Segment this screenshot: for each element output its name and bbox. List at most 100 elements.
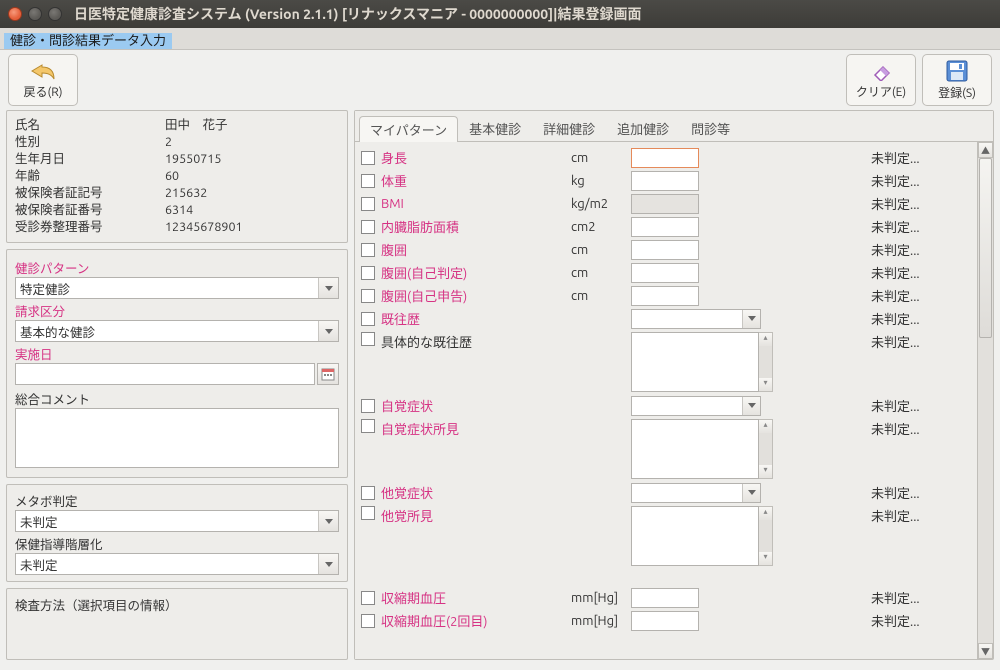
date-label: 実施日 [15,344,339,363]
row-checkbox[interactable] [361,220,375,234]
row-value-textarea[interactable] [631,506,759,566]
billing-select[interactable]: 基本的な健診 [15,320,339,342]
row-checkbox[interactable] [361,419,375,433]
tab-2[interactable]: 詳細健診 [532,115,606,141]
row-value-input [631,194,699,214]
row-label: 身長 [381,148,571,167]
row-status: 未判定... [871,588,971,607]
comment-label: 総合コメント [15,389,339,408]
row-checkbox[interactable] [361,591,375,605]
row-unit: mm[Hg] [571,591,631,605]
row-label: 腹囲 [381,240,571,259]
textarea-scrollbar[interactable]: ▴▾ [759,332,773,392]
judgement-panel: メタボ判定 未判定 保健指導階層化 未判定 [6,484,348,582]
tab-1[interactable]: 基本健診 [458,115,532,141]
scroll-down-button[interactable]: ▼ [978,643,993,659]
pattern-select[interactable]: 特定健診 [15,277,339,299]
method-info-panel: 検査方法（選択項目の情報） [6,588,348,660]
patient-sex-label: 性別 [15,134,165,151]
row-checkbox[interactable] [361,399,375,413]
row-status: 未判定... [871,171,971,190]
row-label: 腹囲(自己申告) [381,286,571,305]
tab-3[interactable]: 追加健診 [606,115,680,141]
row-value-input[interactable] [631,148,699,168]
row-checkbox[interactable] [361,614,375,628]
scroll-up-button[interactable]: ▲ [978,142,993,158]
row-value-input[interactable] [631,588,699,608]
window-close-button[interactable] [8,7,22,21]
tab-0[interactable]: マイパターン [359,116,458,142]
row-value-input[interactable] [631,217,699,237]
guidance-select[interactable]: 未判定 [15,553,339,575]
row-checkbox[interactable] [361,243,375,257]
result-row: 腹囲(自己申告)cm未判定... [355,284,977,307]
row-value-input[interactable] [631,171,699,191]
row-status: 未判定... [871,217,971,236]
result-row: 身長cm未判定... [355,146,977,169]
textarea-scrollbar[interactable]: ▴▾ [759,419,773,479]
row-status: 未判定... [871,286,971,305]
save-button-label: 登録(S) [938,84,976,101]
textarea-scrollbar[interactable]: ▴▾ [759,506,773,566]
row-value-select[interactable] [631,483,761,503]
row-checkbox[interactable] [361,151,375,165]
clear-button-label: クリア(E) [856,83,906,100]
row-label: BMI [381,197,571,211]
row-value-select[interactable] [631,309,761,329]
row-checkbox[interactable] [361,174,375,188]
patient-dob-label: 生年月日 [15,151,165,168]
clear-button[interactable]: クリア(E) [846,54,916,106]
chevron-down-icon [318,511,338,531]
save-button[interactable]: 登録(S) [922,54,992,106]
chevron-down-icon [318,321,338,341]
exam-settings-panel: 健診パターン 特定健診 請求区分 基本的な健診 実施日 総合コメント [6,249,348,478]
row-unit: cm2 [571,220,631,234]
row-status: 未判定... [871,240,971,259]
row-unit: mm[Hg] [571,614,631,628]
row-status: 未判定... [871,506,971,525]
row-value-textarea[interactable] [631,332,759,392]
row-label: 他覚所見 [381,506,571,525]
row-checkbox[interactable] [361,312,375,326]
result-tabs: マイパターン基本健診詳細健診追加健診問診等 [355,111,993,142]
row-checkbox[interactable] [361,486,375,500]
patient-ins-number-value: 6314 [165,202,193,219]
window-maximize-button[interactable] [48,7,62,21]
scroll-thumb[interactable] [979,158,992,338]
row-value-textarea[interactable] [631,419,759,479]
result-row: 収縮期血圧mm[Hg]未判定... [355,586,977,609]
patient-ins-number-label: 被保険者証番号 [15,202,165,219]
patient-dob-value: 19550715 [165,151,221,168]
window-minimize-button[interactable] [28,7,42,21]
row-value-input[interactable] [631,263,699,283]
patient-name-value: 田中 花子 [165,117,228,134]
exam-date-input[interactable] [15,363,315,385]
comment-textarea[interactable] [15,408,339,468]
row-status: 未判定... [871,332,971,351]
result-row: 腹囲cm未判定... [355,238,977,261]
row-value-input[interactable] [631,286,699,306]
back-button[interactable]: 戻る(R) [8,54,78,106]
row-status: 未判定... [871,263,971,282]
row-checkbox[interactable] [361,506,375,520]
page-tab-active[interactable]: 健診・問診結果データ入力 [4,33,172,49]
row-value-input[interactable] [631,240,699,260]
calendar-icon [321,367,335,381]
vertical-scrollbar[interactable]: ▲ ▼ [977,142,993,659]
row-value-select[interactable] [631,396,761,416]
row-unit: cm [571,151,631,165]
results-panel: マイパターン基本健診詳細健診追加健診問診等 身長cm未判定...体重kg未判定.… [354,110,994,660]
row-unit: kg/m2 [571,197,631,211]
row-checkbox[interactable] [361,197,375,211]
result-row: 他覚症状未判定... [355,481,977,504]
metabo-select[interactable]: 未判定 [15,510,339,532]
row-checkbox[interactable] [361,289,375,303]
row-label: 自覚症状所見 [381,419,571,438]
page-tab-header: 健診・問診結果データ入力 [0,28,1000,50]
row-value-input[interactable] [631,611,699,631]
calendar-button[interactable] [317,363,339,385]
row-checkbox[interactable] [361,266,375,280]
row-checkbox[interactable] [361,332,375,346]
patient-info-panel: 氏名田中 花子 性別2 生年月日19550715 年齢60 被保険者証記号215… [6,110,348,243]
tab-4[interactable]: 問診等 [680,115,741,141]
